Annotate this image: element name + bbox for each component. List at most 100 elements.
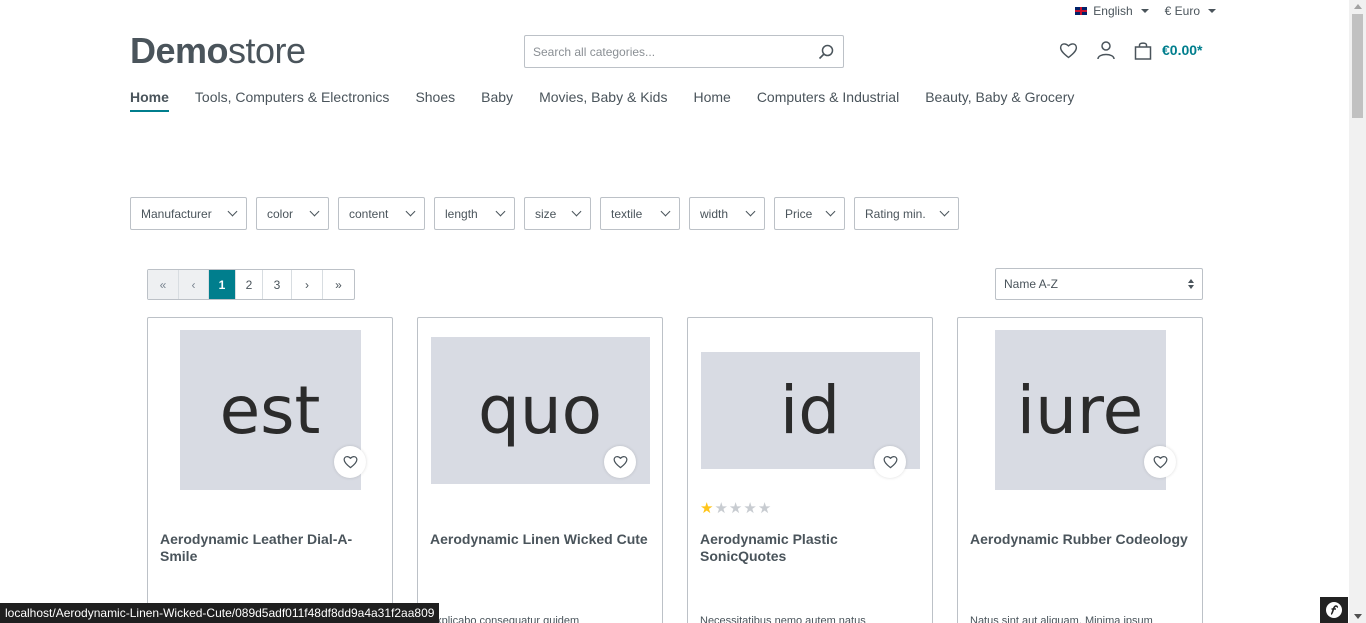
nav-item-shoes[interactable]: Shoes xyxy=(415,89,455,112)
add-to-wishlist-button[interactable] xyxy=(874,446,906,478)
symfony-logo-icon xyxy=(1326,602,1342,618)
scroll-up-arrow-icon[interactable] xyxy=(1354,4,1362,9)
logo-light-text: store xyxy=(228,30,306,71)
chevron-down-icon xyxy=(939,206,950,217)
pagination-first[interactable]: « xyxy=(148,270,179,299)
search-bar xyxy=(524,35,844,68)
sort-selected-value: Name A-Z xyxy=(1004,277,1059,291)
chevron-down-icon xyxy=(227,206,238,217)
heart-icon xyxy=(343,456,357,469)
nav-item-home-category[interactable]: Home xyxy=(693,89,730,112)
nav-item-tools-computers-electronics[interactable]: Tools, Computers & Electronics xyxy=(195,89,390,112)
star-empty-icon: ★ xyxy=(728,500,743,517)
top-bar: English € Euro xyxy=(1075,4,1216,18)
product-name[interactable]: Aerodynamic Plastic SonicQuotes xyxy=(700,531,920,565)
logo-bold-text: Demo xyxy=(130,30,229,71)
product-card: est Aerodynamic Leather Dial-A-Smile xyxy=(147,317,393,623)
pagination-page-2[interactable]: 2 xyxy=(236,270,263,299)
cart-total: €0.00* xyxy=(1162,42,1203,58)
search-input[interactable] xyxy=(525,36,809,67)
scroll-down-arrow-icon[interactable] xyxy=(1354,614,1362,619)
select-arrows-icon xyxy=(1188,279,1194,289)
caret-down-icon xyxy=(1208,9,1216,13)
main-navigation: Home Tools, Computers & Electronics Shoe… xyxy=(130,89,1074,112)
cart-button[interactable]: €0.00* xyxy=(1134,41,1202,60)
product-name[interactable]: Aerodynamic Rubber Codeology xyxy=(970,531,1190,548)
uk-flag-icon xyxy=(1075,7,1088,15)
product-name[interactable]: Aerodynamic Leather Dial-A-Smile xyxy=(160,531,380,565)
filter-content[interactable]: content xyxy=(338,197,425,230)
star-filled-icon: ★ xyxy=(700,500,714,517)
chevron-down-icon xyxy=(309,206,320,217)
nav-item-beauty-baby-grocery[interactable]: Beauty, Baby & Grocery xyxy=(925,89,1074,112)
product-description: Necessitatibus nemo autem natus xyxy=(700,615,866,623)
product-name[interactable]: Aerodynamic Linen Wicked Cute xyxy=(430,531,650,548)
language-label: English xyxy=(1093,4,1133,18)
nav-item-baby[interactable]: Baby xyxy=(481,89,513,112)
symfony-toolbar-button[interactable] xyxy=(1320,597,1348,623)
nav-item-computers-industrial[interactable]: Computers & Industrial xyxy=(757,89,899,112)
filter-label: Price xyxy=(785,206,813,221)
filter-rating-min[interactable]: Rating min. xyxy=(854,197,959,230)
product-grid: est Aerodynamic Leather Dial-A-Smile quo… xyxy=(147,317,1203,623)
currency-switcher[interactable]: € Euro xyxy=(1165,4,1216,18)
filter-manufacturer[interactable]: Manufacturer xyxy=(130,197,247,230)
filter-label: Rating min. xyxy=(865,206,926,221)
shopping-bag-icon xyxy=(1134,41,1152,60)
add-to-wishlist-button[interactable] xyxy=(1144,446,1176,478)
sort-select[interactable]: Name A-Z xyxy=(995,268,1203,300)
chevron-down-icon xyxy=(660,206,671,217)
header-actions: €0.00* xyxy=(1058,40,1202,60)
pagination-last[interactable]: » xyxy=(323,270,354,299)
filter-width[interactable]: width xyxy=(689,197,765,230)
pagination-next[interactable]: › xyxy=(292,270,323,299)
pagination-page-3[interactable]: 3 xyxy=(263,270,292,299)
pagination-page-1[interactable]: 1 xyxy=(209,270,236,299)
pagination-prev[interactable]: ‹ xyxy=(179,270,209,299)
filter-label: textile xyxy=(611,206,643,221)
chevron-down-icon xyxy=(571,206,582,217)
filter-color[interactable]: color xyxy=(256,197,329,230)
filter-panel: Manufacturer color content length size t… xyxy=(130,197,959,230)
product-card: id ★ ★ ★ ★ ★ Aerodynamic Plastic SonicQu… xyxy=(687,317,933,623)
scrollbar-thumb[interactable] xyxy=(1352,14,1363,118)
nav-item-home[interactable]: Home xyxy=(130,89,169,112)
chevron-down-icon xyxy=(405,206,416,217)
add-to-wishlist-button[interactable] xyxy=(334,446,366,478)
chevron-down-icon xyxy=(825,206,836,217)
page-scrollbar[interactable] xyxy=(1349,0,1366,623)
search-button[interactable] xyxy=(809,36,843,67)
user-icon xyxy=(1097,41,1115,59)
heart-icon xyxy=(613,456,627,469)
filter-textile[interactable]: textile xyxy=(600,197,680,230)
chevron-down-icon xyxy=(745,206,756,217)
product-image: est xyxy=(179,330,361,490)
heart-icon xyxy=(883,456,897,469)
product-card: iure Aerodynamic Rubber Codeology Natus … xyxy=(957,317,1203,623)
filter-label: color xyxy=(267,206,294,221)
add-to-wishlist-button[interactable] xyxy=(604,446,636,478)
star-empty-icon: ★ xyxy=(757,500,772,517)
search-icon xyxy=(818,44,834,59)
heart-icon xyxy=(1059,42,1077,58)
filter-label: size xyxy=(535,206,557,221)
account-button[interactable] xyxy=(1096,40,1116,60)
status-url-tooltip: localhost/Aerodynamic-Linen-Wicked-Cute/… xyxy=(0,603,440,623)
chevron-down-icon xyxy=(495,206,506,217)
nav-item-movies-baby-kids[interactable]: Movies, Baby & Kids xyxy=(539,89,667,112)
wishlist-button[interactable] xyxy=(1058,40,1078,60)
filter-length[interactable]: length xyxy=(434,197,515,230)
filter-label: length xyxy=(445,206,478,221)
filter-label: Manufacturer xyxy=(141,206,212,221)
star-empty-icon: ★ xyxy=(743,500,757,517)
filter-size[interactable]: size xyxy=(524,197,591,230)
filter-price[interactable]: Price xyxy=(774,197,845,230)
filter-label: width xyxy=(700,206,729,221)
language-switcher[interactable]: English xyxy=(1075,4,1149,18)
store-logo[interactable]: Demostore xyxy=(130,30,306,72)
filter-label: content xyxy=(349,206,389,221)
product-description: Natus sint aut aliquam. Minima ipsum xyxy=(970,615,1153,623)
heart-icon xyxy=(1153,456,1167,469)
product-card: quo Aerodynamic Linen Wicked Cute explic… xyxy=(417,317,663,623)
pagination: « ‹ 1 2 3 › » xyxy=(147,269,355,300)
